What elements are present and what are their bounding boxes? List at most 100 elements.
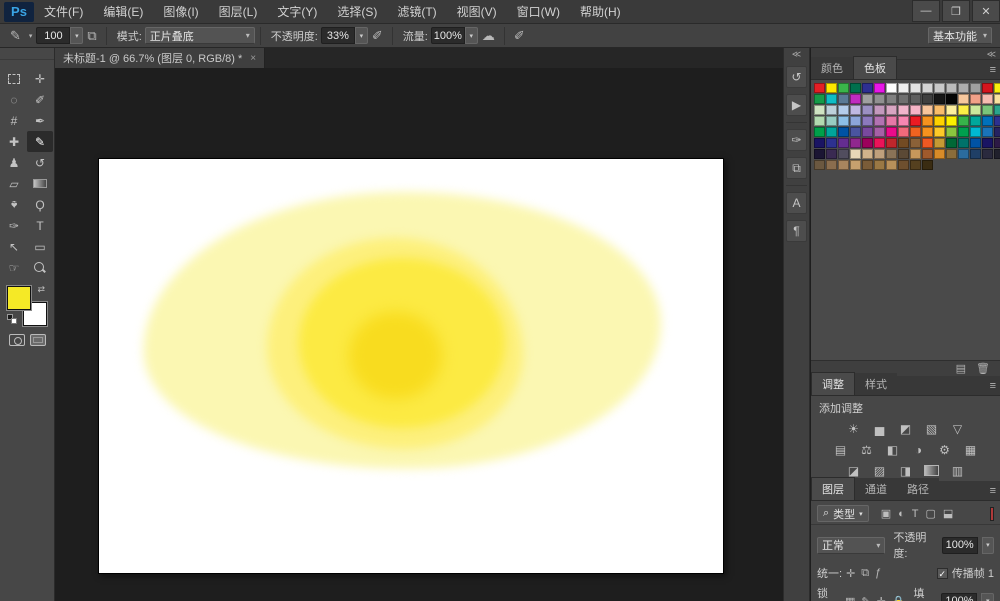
brush-panel-icon[interactable]: ✑: [786, 129, 807, 151]
swatch-1-15[interactable]: [994, 94, 1000, 104]
layer-filter-toggle[interactable]: [990, 507, 994, 521]
swatch-7-5[interactable]: [874, 160, 885, 170]
swatch-0-5[interactable]: [874, 83, 885, 93]
brush-preset-arrow-icon[interactable]: ▾: [25, 32, 37, 40]
menu-item-9[interactable]: 帮助(H): [570, 0, 631, 24]
swatch-6-5[interactable]: [874, 149, 885, 159]
swatch-6-9[interactable]: [922, 149, 933, 159]
lasso-tool[interactable]: ◌: [1, 89, 27, 110]
filter-type-layers-icon[interactable]: T: [912, 508, 919, 520]
brush-tool[interactable]: ✎: [27, 131, 53, 152]
menu-item-4[interactable]: 文字(Y): [267, 0, 327, 24]
swatch-4-5[interactable]: [874, 127, 885, 137]
clone-source-panel-icon[interactable]: ⧉: [786, 157, 807, 179]
gradient-map-icon[interactable]: [923, 463, 940, 478]
swatch-0-12[interactable]: [958, 83, 969, 93]
swatch-4-14[interactable]: [982, 127, 993, 137]
lock-transparency-icon[interactable]: ▦: [845, 595, 855, 601]
swatch-2-2[interactable]: [838, 105, 849, 115]
swatch-1-8[interactable]: [910, 94, 921, 104]
swatch-0-9[interactable]: [922, 83, 933, 93]
swatch-6-11[interactable]: [946, 149, 957, 159]
trash-icon[interactable]: 🗑: [976, 362, 990, 375]
swatch-4-2[interactable]: [838, 127, 849, 137]
swatch-0-14[interactable]: [982, 83, 993, 93]
opacity-value[interactable]: 33%: [321, 27, 355, 44]
swatch-3-12[interactable]: [958, 116, 969, 126]
swatch-2-5[interactable]: [874, 105, 885, 115]
menu-item-8[interactable]: 窗口(W): [507, 0, 570, 24]
swatch-1-9[interactable]: [922, 94, 933, 104]
swatch-4-10[interactable]: [934, 127, 945, 137]
swatch-2-4[interactable]: [862, 105, 873, 115]
swatch-6-13[interactable]: [970, 149, 981, 159]
panel-menu-icon[interactable]: ≡: [990, 64, 996, 76]
brightness-contrast-icon[interactable]: ☀: [845, 421, 862, 436]
levels-icon[interactable]: ▅: [871, 421, 888, 436]
swatch-6-14[interactable]: [982, 149, 993, 159]
swatch-6-12[interactable]: [958, 149, 969, 159]
swatch-7-3[interactable]: [850, 160, 861, 170]
unify-style-icon[interactable]: ƒ: [875, 567, 881, 580]
swatch-6-0[interactable]: [814, 149, 825, 159]
swatch-5-8[interactable]: [910, 138, 921, 148]
menu-item-7[interactable]: 视图(V): [447, 0, 507, 24]
swatch-2-3[interactable]: [850, 105, 861, 115]
tab-styles[interactable]: 样式: [855, 373, 897, 395]
swatch-5-13[interactable]: [970, 138, 981, 148]
unify-visibility-icon[interactable]: ⧉: [861, 567, 869, 580]
document-canvas[interactable]: [98, 158, 724, 574]
path-selection-tool[interactable]: ↖: [1, 236, 27, 257]
swatch-0-13[interactable]: [970, 83, 981, 93]
screen-mode-icon[interactable]: [30, 334, 46, 346]
swatch-7-6[interactable]: [886, 160, 897, 170]
layer-fill-value[interactable]: 100%: [941, 593, 977, 601]
swatch-5-9[interactable]: [922, 138, 933, 148]
swatch-2-9[interactable]: [922, 105, 933, 115]
swatch-1-11[interactable]: [946, 94, 957, 104]
swatch-4-1[interactable]: [826, 127, 837, 137]
swatch-5-15[interactable]: [994, 138, 1000, 148]
menu-item-5[interactable]: 选择(S): [327, 0, 387, 24]
swatch-4-11[interactable]: [946, 127, 957, 137]
swatch-2-1[interactable]: [826, 105, 837, 115]
foreground-color-swatch[interactable]: [7, 286, 31, 310]
swatch-3-4[interactable]: [862, 116, 873, 126]
threshold-icon[interactable]: ◨: [897, 463, 914, 478]
swatch-3-7[interactable]: [898, 116, 909, 126]
swatch-0-3[interactable]: [850, 83, 861, 93]
lock-all-icon[interactable]: 🔒: [892, 595, 906, 601]
pen-tool[interactable]: ✑: [1, 215, 27, 236]
swatch-4-8[interactable]: [910, 127, 921, 137]
swatch-0-4[interactable]: [862, 83, 873, 93]
curves-icon[interactable]: ◩: [897, 421, 914, 436]
exposure-icon[interactable]: ▧: [923, 421, 940, 436]
tab-adjustments[interactable]: 调整: [811, 372, 855, 395]
panel-menu-icon[interactable]: ≡: [990, 485, 996, 497]
color-balance-icon[interactable]: ⚖: [858, 442, 875, 457]
propagate-frames-checkbox[interactable]: ✓: [937, 568, 948, 579]
swatch-3-13[interactable]: [970, 116, 981, 126]
menu-item-2[interactable]: 图像(I): [153, 0, 208, 24]
swatch-3-9[interactable]: [922, 116, 933, 126]
swatch-2-14[interactable]: [982, 105, 993, 115]
rectangular-marquee-tool[interactable]: [1, 68, 27, 89]
swatch-3-1[interactable]: [826, 116, 837, 126]
swatch-5-10[interactable]: [934, 138, 945, 148]
swatch-6-2[interactable]: [838, 149, 849, 159]
swatch-7-7[interactable]: [898, 160, 909, 170]
vibrance-icon[interactable]: ▽: [949, 421, 966, 436]
swatch-3-0[interactable]: [814, 116, 825, 126]
close-button[interactable]: ✕: [972, 0, 1000, 22]
layer-blend-mode-select[interactable]: 正常 ▾: [817, 537, 885, 554]
swatch-7-9[interactable]: [922, 160, 933, 170]
swatch-5-0[interactable]: [814, 138, 825, 148]
swatch-5-7[interactable]: [898, 138, 909, 148]
selective-color-icon[interactable]: ▥: [949, 463, 966, 478]
layer-opacity-value[interactable]: 100%: [942, 537, 978, 554]
tools-panel-grip[interactable]: [0, 48, 54, 60]
dodge-tool[interactable]: Ϙ: [27, 194, 53, 215]
filter-adjustment-layers-icon[interactable]: ◐: [898, 508, 905, 520]
black-white-icon[interactable]: ◧: [884, 442, 901, 457]
swatch-4-13[interactable]: [970, 127, 981, 137]
